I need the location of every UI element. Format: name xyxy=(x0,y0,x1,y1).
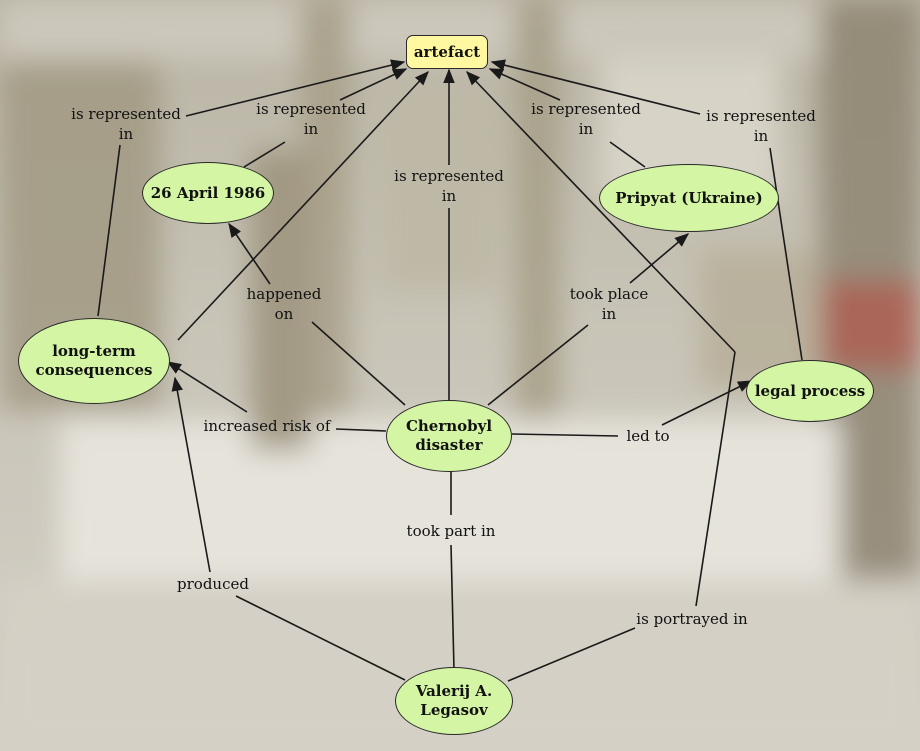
date-label: 26 April 1986 xyxy=(150,183,266,202)
link-label-produced: produced xyxy=(177,575,249,593)
link-label-led-to: led to xyxy=(626,427,670,445)
link-label-happened-on: happened on xyxy=(246,285,322,323)
edge-label-to-artefact-2 xyxy=(339,68,408,101)
link-label-represented-1: is represented in xyxy=(71,105,181,143)
consequences-label: long-term consequences xyxy=(35,342,153,379)
edge-pripyat-to-label xyxy=(609,141,646,168)
legasov-node[interactable]: Valerij A. Legasov xyxy=(395,667,513,735)
edge-legasov-to-produced xyxy=(235,595,406,681)
consequences-node[interactable]: long-term consequences xyxy=(18,318,170,404)
edge-legasov-to-portrayed xyxy=(507,627,636,682)
date-node[interactable]: 26 April 1986 xyxy=(142,162,274,224)
edge-chernobyl-to-tookplace xyxy=(487,324,589,406)
edge-legasov-to-tookpart xyxy=(450,544,455,671)
edge-chernobyl-to-ledto xyxy=(511,433,619,437)
link-label-is-portrayed-in: is portrayed in xyxy=(636,610,748,628)
link-label-represented-3: is represented in xyxy=(394,167,504,205)
link-label-took-part-in: took part in xyxy=(406,522,496,540)
edge-tookplace-to-pripyat xyxy=(629,233,690,284)
legal-label: legal process xyxy=(754,381,866,400)
edge-date-to-label xyxy=(243,141,286,168)
artefact-node[interactable]: artefact xyxy=(406,35,488,69)
pripyat-node[interactable]: Pripyat (Ukraine) xyxy=(599,164,779,232)
edge-happened-to-date xyxy=(228,222,271,285)
chernobyl-node[interactable]: Chernobyl disaster xyxy=(386,400,512,472)
link-label-represented-5: is represented in xyxy=(706,107,816,145)
link-label-increased-risk: increased risk of xyxy=(203,417,331,435)
edge-ledto-to-legal xyxy=(661,380,753,426)
edge-chernobyl-to-happened xyxy=(311,321,406,406)
legal-node[interactable]: legal process xyxy=(746,360,874,422)
edge-chernobyl-to-increased xyxy=(335,428,387,432)
edge-consequences-to-label xyxy=(97,144,121,317)
pripyat-label: Pripyat (Ukraine) xyxy=(615,188,763,207)
edge-label-to-artefact-4 xyxy=(488,68,561,101)
link-label-took-place-in: took place in xyxy=(569,285,649,323)
link-label-represented-2: is represented in xyxy=(256,100,366,138)
edge-produced-to-consequences xyxy=(171,376,211,573)
artefact-label: artefact xyxy=(413,42,481,61)
edge-legal-to-label xyxy=(769,147,803,361)
edge-portrayed-to-side xyxy=(695,351,736,607)
chernobyl-label: Chernobyl disaster xyxy=(405,417,493,454)
legasov-label: Valerij A. Legasov xyxy=(415,682,493,719)
link-label-represented-4: is represented in xyxy=(531,100,641,138)
